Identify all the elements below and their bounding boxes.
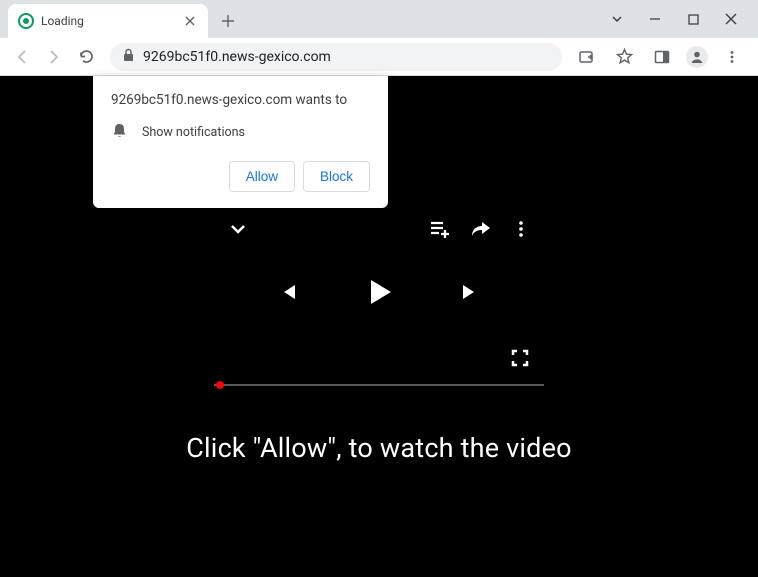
profile-avatar[interactable]: [686, 46, 708, 68]
allow-button[interactable]: Allow: [229, 161, 295, 192]
bookmark-star-icon[interactable]: [610, 43, 638, 71]
fullscreen-icon[interactable]: [510, 348, 530, 368]
tab-title: Loading: [41, 14, 175, 28]
close-window-icon[interactable]: [722, 10, 740, 28]
video-player: [214, 200, 544, 388]
playlist-add-icon[interactable]: [428, 218, 450, 240]
block-button[interactable]: Block: [303, 161, 370, 192]
loading-favicon: [18, 13, 34, 29]
bell-icon: [111, 122, 128, 143]
previous-track-icon[interactable]: [277, 281, 299, 303]
popup-title: 9269bc51f0.news-gexico.com wants to: [111, 92, 370, 108]
menu-dots-icon[interactable]: [718, 43, 746, 71]
share-icon[interactable]: [572, 43, 600, 71]
forward-button[interactable]: [40, 43, 68, 71]
reload-button[interactable]: [72, 43, 100, 71]
browser-toolbar: 9269bc51f0.news-gexico.com: [0, 38, 758, 76]
maximize-window-icon[interactable]: [684, 10, 702, 28]
minimize-window-icon[interactable]: [646, 10, 664, 28]
more-vertical-icon[interactable]: [512, 220, 530, 238]
popup-permission-text: Show notifications: [142, 125, 245, 140]
back-button[interactable]: [8, 43, 36, 71]
next-track-icon[interactable]: [459, 281, 481, 303]
progress-scrubber[interactable]: [216, 381, 224, 389]
forward-share-icon[interactable]: [470, 218, 492, 240]
close-tab-icon[interactable]: [182, 13, 198, 29]
side-panel-icon[interactable]: [648, 43, 676, 71]
address-bar[interactable]: 9269bc51f0.news-gexico.com: [110, 43, 562, 71]
new-tab-button[interactable]: [214, 7, 242, 35]
browser-tab[interactable]: Loading: [8, 4, 208, 38]
lock-icon: [122, 47, 135, 66]
chevron-down-icon[interactable]: [608, 10, 626, 28]
cta-message: Click "Allow", to watch the video: [0, 432, 758, 464]
url-text: 9269bc51f0.news-gexico.com: [143, 49, 331, 65]
collapse-chevron-icon[interactable]: [228, 219, 248, 239]
notification-permission-popup: 9269bc51f0.news-gexico.com wants to Show…: [93, 76, 388, 208]
play-button[interactable]: [363, 276, 395, 308]
progress-bar[interactable]: [214, 384, 544, 386]
